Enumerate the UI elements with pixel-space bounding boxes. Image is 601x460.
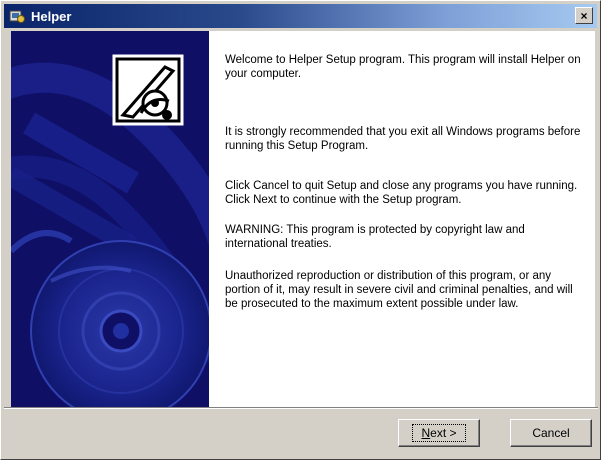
welcome-content: Welcome to Helper Setup program. This pr… xyxy=(209,31,595,407)
next-mnemonic: N xyxy=(421,426,431,440)
next-button[interactable]: Next > xyxy=(398,419,480,447)
instructions-text: Click Cancel to quit Setup and close any… xyxy=(225,180,578,206)
close-icon: × xyxy=(580,8,588,23)
footer-divider-highlight xyxy=(4,408,598,409)
window-title: Helper xyxy=(31,8,72,24)
next-button-label: Next > xyxy=(412,424,466,442)
setup-icon xyxy=(8,7,26,25)
warning-text: WARNING: This program is protected by co… xyxy=(225,224,525,250)
welcome-text: Welcome to Helper Setup program. This pr… xyxy=(225,54,581,80)
wizard-side-panel xyxy=(11,31,209,407)
cancel-button[interactable]: Cancel xyxy=(510,419,592,447)
title-bar[interactable]: Helper × xyxy=(4,4,597,28)
close-button[interactable]: × xyxy=(575,7,593,24)
setup-wizard-logo xyxy=(111,53,185,127)
exit-programs-text: It is strongly recommended that you exit… xyxy=(225,126,581,152)
legal-text: Unauthorized reproduction or distributio… xyxy=(225,270,573,310)
next-label-rest: ext > xyxy=(430,426,457,440)
setup-window: Helper × Welcome to Helper Setup program… xyxy=(0,0,601,460)
